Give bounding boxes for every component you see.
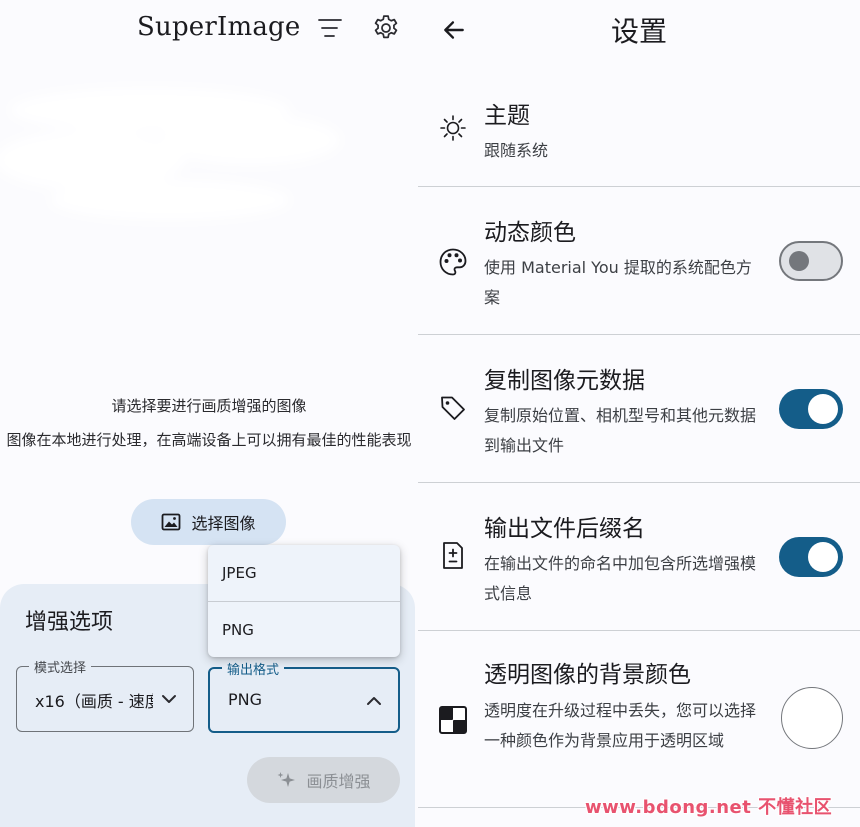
chevron-down-icon	[162, 695, 176, 703]
setting-theme[interactable]: 主题 跟随系统	[418, 88, 860, 186]
setting-transparent-bg-name: 透明图像的背景颜色	[484, 662, 691, 688]
setting-copy-metadata[interactable]: 复制图像元数据 复制原始位置、相机型号和其他元数据到输出文件	[418, 335, 860, 482]
setting-transparent-bg[interactable]: 透明图像的背景颜色 透明度在升级过程中丢失，您可以选择一种颜色作为背景应用于透明…	[418, 631, 860, 807]
output-format-select[interactable]: 输出格式 PNG	[208, 659, 400, 733]
gear-icon	[374, 15, 398, 39]
processing-hint: 图像在本地进行处理，在高端设备上可以拥有最佳的性能表现	[6, 431, 412, 449]
app-title: SuperImage	[137, 12, 301, 42]
page-title-text: 设置	[610, 15, 667, 48]
select-image-label: 选择图像	[191, 514, 256, 533]
setting-theme-desc: 跟随系统	[484, 141, 549, 160]
checkerboard-icon	[438, 705, 468, 735]
setting-theme-name: 主题	[484, 103, 530, 129]
options-title: 增强选项	[25, 610, 114, 635]
chevron-up-icon	[367, 697, 381, 705]
setting-dynamic-color-desc: 使用 Material You 提取的系统配色方案	[484, 258, 752, 307]
mode-select[interactable]: 模式选择 x16（画质 - 速度	[16, 657, 194, 732]
blurred-image-preview	[0, 88, 340, 220]
output-format-label: 输出格式	[222, 659, 285, 678]
sparkle-icon	[277, 772, 296, 787]
mode-select-value: x16（画质 - 速度	[35, 692, 153, 711]
format-dropdown-menu: JPEG PNG	[208, 545, 400, 657]
enhance-button[interactable]: 画质增强	[247, 757, 400, 803]
switch-knob	[789, 251, 809, 271]
settings-button[interactable]	[368, 10, 404, 46]
main-screen: SuperImage 请选择要进行画质增强的图像 图像在本地进行处理，在高端设备…	[0, 0, 418, 827]
watermark: www.bdong.net 不懂社区	[585, 797, 833, 818]
switch-knob	[808, 394, 838, 424]
setting-dynamic-color-name: 动态颜色	[484, 220, 576, 246]
enhance-label: 画质增强	[306, 772, 371, 791]
sort-lines-icon	[318, 19, 342, 37]
setting-copy-metadata-desc: 复制原始位置、相机型号和其他元数据到输出文件	[484, 406, 757, 455]
palette-icon	[438, 247, 468, 277]
settings-screen: 设置 主题 跟随系统 动态颜色 使用 Material You 提取的系统配色方…	[418, 0, 860, 827]
setting-file-suffix-name: 输出文件后缀名	[484, 516, 645, 542]
setting-file-suffix-desc: 在输出文件的命名中加包含所选增强模式信息	[484, 554, 757, 603]
setting-file-suffix[interactable]: 输出文件后缀名 在输出文件的命名中加包含所选增强模式信息	[418, 483, 860, 630]
mode-select-label: 模式选择	[29, 657, 92, 676]
format-option-jpeg[interactable]: JPEG	[208, 545, 400, 601]
copy-metadata-switch[interactable]	[779, 389, 843, 429]
image-icon	[162, 513, 181, 531]
select-image-button[interactable]: 选择图像	[131, 499, 286, 545]
menu-button[interactable]	[312, 10, 348, 46]
setting-dynamic-color[interactable]: 动态颜色 使用 Material You 提取的系统配色方案	[418, 187, 860, 334]
tag-icon	[438, 393, 468, 423]
output-format-value: PNG	[228, 690, 263, 709]
format-option-png[interactable]: PNG	[208, 601, 400, 657]
background-color-picker[interactable]	[781, 687, 843, 749]
select-hint: 请选择要进行画质增强的图像	[111, 397, 307, 415]
page-title: 设置	[418, 10, 860, 50]
setting-transparent-bg-desc: 透明度在升级过程中丢失，您可以选择一种颜色作为背景应用于透明区域	[484, 701, 757, 750]
file-diff-icon	[438, 541, 468, 571]
file-suffix-switch[interactable]	[779, 537, 843, 577]
switch-knob	[808, 542, 838, 572]
dynamic-color-switch[interactable]	[779, 241, 843, 281]
setting-copy-metadata-name: 复制图像元数据	[484, 368, 645, 394]
sun-icon	[438, 113, 468, 143]
